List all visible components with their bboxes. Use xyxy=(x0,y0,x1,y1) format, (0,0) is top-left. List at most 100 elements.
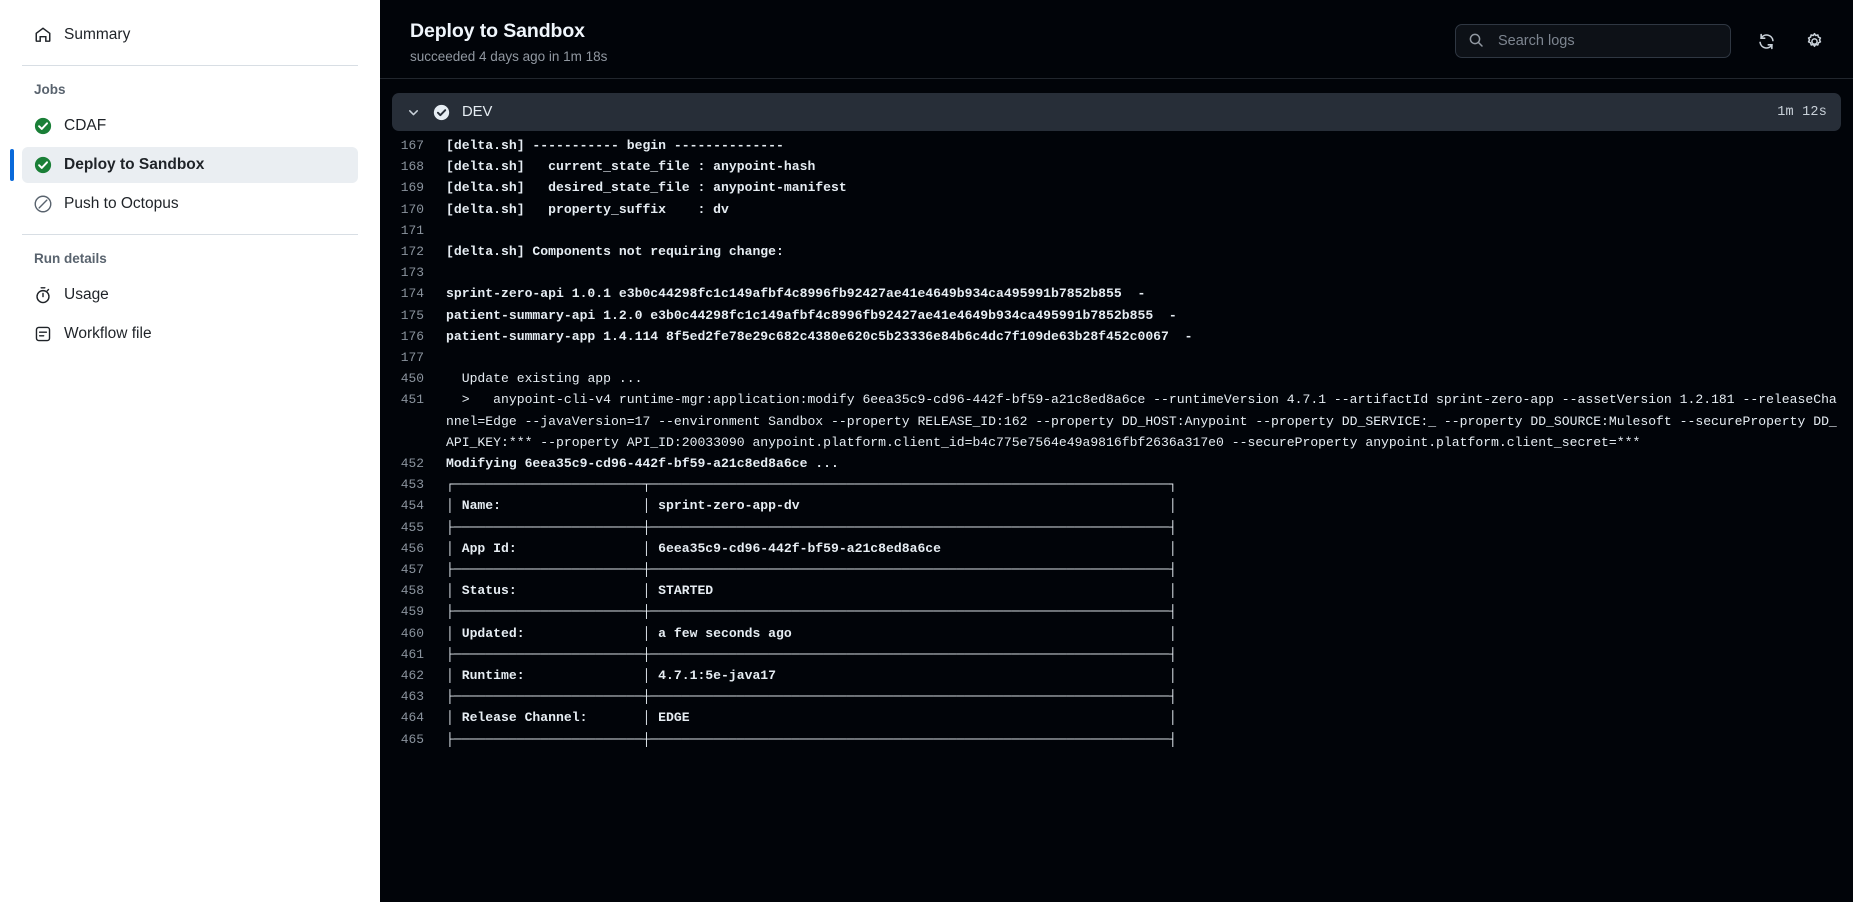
log-line: 451 > anypoint-cli-v4 runtime-mgr:applic… xyxy=(380,389,1853,453)
run-sidebar: Summary Jobs CDAF xyxy=(0,0,380,902)
sidebar-item-usage[interactable]: Usage xyxy=(22,277,358,313)
log-line-text: sprint-zero-api 1.0.1 e3b0c44298fc1c149a… xyxy=(446,283,1839,304)
log-line: 458│ Status: │ STARTED │ xyxy=(380,580,1853,601)
sidebar-item-push-to-octopus[interactable]: Push to Octopus xyxy=(22,186,358,222)
log-line-text: [delta.sh] Components not requiring chan… xyxy=(446,241,1839,262)
log-line-number: 172 xyxy=(380,241,446,262)
log-line-number: 453 xyxy=(380,474,446,495)
log-line-text: [delta.sh] current_state_file : anypoint… xyxy=(446,156,1839,177)
log-line-text: │ App Id: │ 6eea35c9-cd96-442f-bf59-a21c… xyxy=(446,538,1839,559)
log-line: 450 Update existing app ... xyxy=(380,368,1853,389)
home-icon xyxy=(34,26,52,44)
log-line-text: ┌────────────────────────┬──────────────… xyxy=(446,474,1839,495)
log-line-text: │ Status: │ STARTED │ xyxy=(446,580,1839,601)
gear-icon xyxy=(1805,32,1823,50)
sidebar-item-workflow-file[interactable]: Workflow file xyxy=(22,316,358,352)
step-header-dev[interactable]: DEV 1m 12s xyxy=(392,93,1841,131)
log-line-number: 170 xyxy=(380,199,446,220)
stopwatch-icon xyxy=(34,286,52,304)
log-line-text: > anypoint-cli-v4 runtime-mgr:applicatio… xyxy=(446,389,1839,453)
refresh-button[interactable] xyxy=(1753,28,1779,54)
sidebar-run-details-heading: Run details xyxy=(0,247,380,274)
log-line-text: [delta.sh] ----------- begin -----------… xyxy=(446,135,1839,156)
log-line: 176patient-summary-app 1.4.114 8f5ed2fe7… xyxy=(380,326,1853,347)
log-line-number: 452 xyxy=(380,453,446,474)
sidebar-item-summary[interactable]: Summary xyxy=(22,17,358,53)
settings-button[interactable] xyxy=(1801,28,1827,54)
log-line-number: 176 xyxy=(380,326,446,347)
skipped-circle-icon xyxy=(34,195,52,213)
sidebar-item-label: Deploy to Sandbox xyxy=(64,157,204,173)
log-line: 168[delta.sh] current_state_file : anypo… xyxy=(380,156,1853,177)
log-line-number: 461 xyxy=(380,644,446,665)
log-viewer-header: Deploy to Sandbox succeeded 4 days ago i… xyxy=(380,0,1853,79)
log-line: 172[delta.sh] Components not requiring c… xyxy=(380,241,1853,262)
sidebar-divider-2 xyxy=(22,234,358,235)
chevron-down-icon[interactable] xyxy=(406,105,421,120)
log-line-number: 457 xyxy=(380,559,446,580)
check-circle-icon xyxy=(34,117,52,135)
log-line-number: 465 xyxy=(380,729,446,750)
log-line: 453┌────────────────────────┬───────────… xyxy=(380,474,1853,495)
log-line: 452Modifying 6eea35c9-cd96-442f-bf59-a21… xyxy=(380,453,1853,474)
log-line: 175patient-summary-api 1.2.0 e3b0c44298f… xyxy=(380,305,1853,326)
log-line-number: 177 xyxy=(380,347,446,368)
log-line-text: Modifying 6eea35c9-cd96-442f-bf59-a21c8e… xyxy=(446,453,1839,474)
log-line: 455├────────────────────────┼───────────… xyxy=(380,517,1853,538)
log-line-text: patient-summary-api 1.2.0 e3b0c44298fc1c… xyxy=(446,305,1839,326)
sidebar-jobs-group: CDAF Deploy to Sandbox xyxy=(0,108,380,222)
log-line-number: 460 xyxy=(380,623,446,644)
sidebar-divider-1 xyxy=(22,65,358,66)
log-line: 460│ Updated: │ a few seconds ago │ xyxy=(380,623,1853,644)
sidebar-jobs-heading: Jobs xyxy=(0,78,380,105)
log-line-text: │ Updated: │ a few seconds ago │ xyxy=(446,623,1839,644)
log-line: 463├────────────────────────┼───────────… xyxy=(380,686,1853,707)
sidebar-item-label: Usage xyxy=(64,287,109,303)
check-circle-icon xyxy=(34,156,52,174)
log-line-number: 168 xyxy=(380,156,446,177)
log-area: DEV 1m 12s 167[delta.sh] ----------- beg… xyxy=(380,79,1853,902)
log-line-number: 450 xyxy=(380,368,446,389)
log-line: 454│ Name: │ sprint-zero-app-dv │ xyxy=(380,495,1853,516)
sidebar-item-label: CDAF xyxy=(64,118,106,134)
search-input[interactable] xyxy=(1496,32,1718,50)
log-line: 462│ Runtime: │ 4.7.1:5e-java17 │ xyxy=(380,665,1853,686)
log-line-number: 456 xyxy=(380,538,446,559)
search-logs-box[interactable] xyxy=(1455,24,1731,58)
log-line-text: Update existing app ... xyxy=(446,368,1839,389)
sidebar-item-cdaf[interactable]: CDAF xyxy=(22,108,358,144)
log-viewer-panel: Deploy to Sandbox succeeded 4 days ago i… xyxy=(380,0,1853,902)
log-line: 167[delta.sh] ----------- begin --------… xyxy=(380,135,1853,156)
log-line-text: ├────────────────────────┼──────────────… xyxy=(446,559,1839,580)
sidebar-item-label: Push to Octopus xyxy=(64,196,179,212)
log-line-number: 174 xyxy=(380,283,446,304)
log-line-number: 167 xyxy=(380,135,446,156)
log-line-text: ├────────────────────────┼──────────────… xyxy=(446,729,1839,750)
log-line: 170[delta.sh] property_suffix : dv xyxy=(380,199,1853,220)
sidebar-item-deploy-to-sandbox[interactable]: Deploy to Sandbox xyxy=(22,147,358,183)
log-line: 459├────────────────────────┼───────────… xyxy=(380,601,1853,622)
log-line: 456│ App Id: │ 6eea35c9-cd96-442f-bf59-a… xyxy=(380,538,1853,559)
page-title: Deploy to Sandbox xyxy=(410,20,607,43)
refresh-icon xyxy=(1757,32,1775,50)
log-line: 173 xyxy=(380,262,1853,283)
log-line-number: 171 xyxy=(380,220,446,241)
log-line-text: [delta.sh] desired_state_file : anypoint… xyxy=(446,177,1839,198)
sidebar-item-label: Summary xyxy=(64,27,130,43)
header-actions xyxy=(1455,18,1827,58)
log-line-number: 462 xyxy=(380,665,446,686)
log-line-text: ├────────────────────────┼──────────────… xyxy=(446,686,1839,707)
log-line-number: 459 xyxy=(380,601,446,622)
log-line: 464│ Release Channel: │ EDGE │ xyxy=(380,707,1853,728)
log-line-text: │ Release Channel: │ EDGE │ xyxy=(446,707,1839,728)
run-status-subtitle: succeeded 4 days ago in 1m 18s xyxy=(410,49,607,64)
log-line: 177 xyxy=(380,347,1853,368)
workflow-file-icon xyxy=(34,325,52,343)
step-duration: 1m 12s xyxy=(1777,105,1827,120)
log-line-number: 451 xyxy=(380,389,446,410)
log-line-text: patient-summary-app 1.4.114 8f5ed2fe78e2… xyxy=(446,326,1839,347)
step-name: DEV xyxy=(462,104,1777,120)
log-line-number: 464 xyxy=(380,707,446,728)
step-success-icon xyxy=(433,104,450,121)
log-line: 457├────────────────────────┼───────────… xyxy=(380,559,1853,580)
